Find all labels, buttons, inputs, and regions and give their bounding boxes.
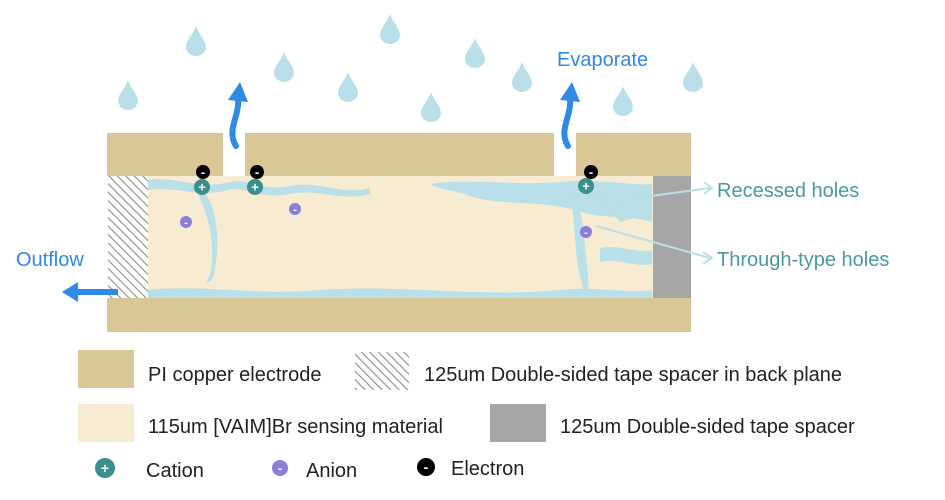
recessed-holes-label: Recessed holes: [717, 180, 859, 202]
svg-text:-: -: [278, 461, 282, 476]
top-electrode-middle: [245, 133, 554, 176]
arrow-head-icon: [560, 82, 580, 102]
svg-text:-: -: [584, 227, 588, 239]
legend-sensing-material-label: 115um [VAIM]Br sensing material: [148, 416, 443, 438]
water-drop-icon: [186, 26, 206, 56]
legend-anion-label: Anion: [306, 460, 357, 482]
sensor-diagram: - - - + + + - - - Evaporate Outflow Rece…: [16, 14, 889, 482]
svg-text:+: +: [198, 180, 206, 195]
legend-electron-label: Electron: [451, 458, 524, 480]
evaporate-arrow-icon: [561, 95, 574, 149]
water-drop-icon: [421, 92, 441, 122]
legend-back-spacer-swatch: [355, 352, 409, 390]
legend-electron-icon: -: [417, 458, 435, 476]
outflow-label: Outflow: [16, 249, 84, 271]
svg-text:-: -: [255, 165, 259, 180]
svg-text:-: -: [424, 459, 429, 475]
back-plane-spacer: [108, 176, 148, 298]
legend-anion-icon: -: [272, 460, 288, 476]
water-drop-icon: [338, 72, 358, 102]
arrow-head-icon: [228, 82, 248, 102]
legend: PI copper electrode 125um Double-sided t…: [78, 350, 855, 482]
water-drop-icon: [118, 80, 138, 110]
legend-electrode-swatch: [78, 350, 134, 388]
legend-sensing-material-swatch: [78, 404, 134, 442]
svg-text:-: -: [589, 165, 593, 180]
svg-text:+: +: [101, 460, 109, 476]
svg-text:-: -: [201, 165, 205, 180]
water-drop-icon: [683, 62, 703, 92]
legend-spacer-swatch: [490, 404, 546, 442]
cation-icon: +: [194, 179, 210, 195]
svg-text:+: +: [251, 180, 259, 195]
legend-spacer-label: 125um Double-sided tape spacer: [560, 416, 855, 438]
svg-text:+: +: [582, 179, 590, 194]
water-drop-icon: [512, 62, 532, 92]
water-drop-icon: [380, 14, 400, 44]
svg-text:-: -: [293, 204, 297, 216]
legend-cation-label: Cation: [146, 460, 204, 482]
water-drop-icon: [465, 38, 485, 68]
cation-icon: +: [578, 178, 594, 194]
water-drop-icon: [274, 52, 294, 82]
legend-back-spacer-label: 125um Double-sided tape spacer in back p…: [424, 364, 842, 386]
legend-cation-icon: +: [95, 458, 115, 478]
legend-electrode-label: PI copper electrode: [148, 364, 321, 386]
evaporate-label: Evaporate: [557, 49, 648, 71]
water-drop-icon: [613, 86, 633, 116]
cation-icon: +: [247, 179, 263, 195]
svg-text:-: -: [184, 217, 188, 229]
evaporate-arrow-icon: [229, 95, 242, 149]
bottom-electrode: [107, 298, 691, 332]
through-type-holes-label: Through-type holes: [717, 249, 889, 271]
